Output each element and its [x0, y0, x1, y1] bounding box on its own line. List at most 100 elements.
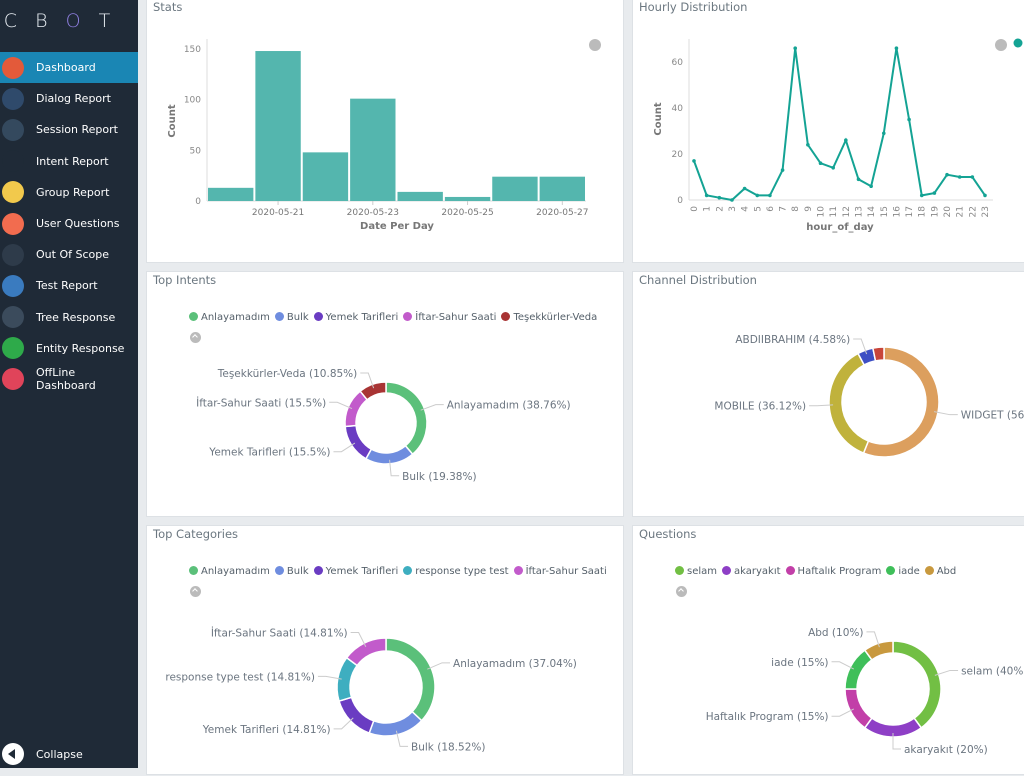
y-tick-label: 60: [672, 58, 684, 68]
y-tick-label: 100: [184, 96, 201, 106]
stats-panel: Stats 0 50 100 150 2020-05-21 2020-05-23 2020-…: [146, 0, 624, 263]
slice-label: Teşekkürler-Veda (10.85%): [217, 368, 358, 380]
y-tick-label: 150: [184, 45, 201, 55]
sidebar-item-dashboard[interactable]: Dashboard: [0, 52, 138, 84]
collapse-button[interactable]: Collapse: [0, 740, 138, 768]
x-tick-label: 2020-05-23: [347, 208, 399, 218]
data-point: [907, 117, 911, 122]
collapse-arrow-icon: [2, 743, 24, 765]
data-point: [717, 195, 722, 200]
y-axis-label: Count: [653, 102, 664, 135]
y-tick-label: 50: [190, 146, 202, 156]
sidebar-item-session-report[interactable]: Session Report: [0, 114, 138, 145]
channel-panel: Channel Distribution WIDGET (56.06%)MOBI…: [632, 271, 1024, 517]
sidebar: C B O T Dashboard Dialog Report Session Re…: [0, 0, 138, 768]
out-of-scope-ring-icon: [2, 243, 24, 266]
x-tick-label: 10: [817, 206, 827, 218]
donut-slice: [368, 710, 423, 737]
bar: [350, 98, 396, 201]
sidebar-item-intent-report[interactable]: Intent Report: [0, 146, 138, 177]
group-bar-icon: [2, 181, 24, 204]
sidebar-item-entity-response[interactable]: Entity Response: [0, 333, 138, 364]
y-tick-label: 20: [672, 150, 684, 160]
data-point: [957, 175, 962, 179]
y-tick-label: 0: [677, 196, 683, 206]
sidebar-item-dialog-report[interactable]: Dialog Report: [0, 83, 138, 114]
sidebar-item-out-of-scope[interactable]: Out Of Scope: [0, 239, 138, 270]
sidebar-item-test-report[interactable]: Test Report: [0, 270, 138, 301]
data-point: [768, 193, 772, 198]
sidebar-item-label: Entity Response: [36, 341, 125, 355]
sidebar-item-label: Dashboard: [36, 61, 96, 75]
data-point: [793, 46, 798, 50]
legend-toggle-button[interactable]: [589, 39, 601, 51]
offline-dashboard-icon: [2, 368, 24, 391]
x-tick-label: 7: [779, 206, 789, 212]
donut-slice: [359, 381, 387, 401]
x-tick-label: 5: [753, 206, 763, 212]
dialog-chart-icon: [2, 87, 24, 110]
x-tick-label: 22: [968, 206, 978, 217]
questions-chart: selam (40%) akaryakıt (20%) Haftalık Progr…: [706, 627, 1024, 756]
x-tick-label: 20: [943, 206, 953, 218]
sidebar-item-group-report[interactable]: Group Report: [0, 177, 138, 208]
collapse-label: Collapse: [36, 747, 83, 761]
data-point: [780, 168, 785, 172]
logo: C B O T: [3, 10, 117, 32]
donut-slice: [863, 640, 894, 661]
user-questions-list-icon: [2, 212, 24, 235]
data-point: [730, 198, 734, 202]
slice-label: Bulk (19.38%): [402, 471, 476, 483]
x-axis-label: Date Per Day: [360, 221, 434, 232]
hourly-chart: 02040600 1 2 3 4 5 6 7 8 9 10 11 12 13 14 15 16 17 18 19 20 2…: [653, 38, 1023, 233]
x-tick-label: 8: [791, 206, 801, 212]
bar: [397, 191, 443, 201]
data-point: [692, 159, 696, 163]
sidebar-nav: Dashboard Dialog Report Session Report Inte…: [0, 52, 138, 395]
slice-label: Anlayamadım (38.76%): [447, 400, 571, 412]
x-tick-label: 16: [892, 206, 902, 218]
tree-response-bars-icon: [2, 306, 24, 329]
sidebar-item-label: Out Of Scope: [36, 248, 109, 262]
data-point: [844, 138, 848, 142]
slice-label: ABDIIBRAHIM (4.58%): [735, 334, 850, 346]
legend-toggle-button[interactable]: [995, 39, 1007, 51]
donut-slice: [344, 424, 373, 460]
bar: [492, 176, 538, 201]
x-tick-label: 1: [703, 206, 713, 212]
x-tick-label: 23: [981, 206, 991, 217]
line-series: [693, 48, 986, 202]
stats-chart: 0 50 100 150 2020-05-21 2020-05-23 2020-05-25 2…: [167, 39, 601, 232]
slice-label: selam (40%): [961, 665, 1024, 677]
slice-label: Abd (10%): [808, 627, 863, 639]
data-point: [945, 172, 949, 177]
x-tick-label: 2020-05-21: [252, 208, 304, 218]
slice-label: akaryakıt (20%): [904, 744, 988, 756]
x-tick-label: 14: [867, 206, 877, 218]
sidebar-item-label: Tree Response: [36, 310, 116, 324]
sidebar-item-tree-response[interactable]: Tree Response: [0, 302, 138, 333]
sidebar-item-label: Group Report: [36, 185, 110, 199]
data-point: [742, 186, 747, 191]
x-tick-label: 2: [715, 206, 725, 212]
y-tick-label: 40: [672, 104, 684, 114]
x-tick-label: 4: [741, 206, 751, 212]
data-point: [806, 143, 810, 147]
slice-label: MOBILE (36.12%): [714, 401, 806, 413]
x-tick-label: 19: [930, 206, 940, 218]
sidebar-item-label: Session Report: [36, 123, 118, 137]
sidebar-item-user-questions[interactable]: User Questions: [0, 208, 138, 239]
slice-label: Haftalık Program (15%): [706, 711, 829, 723]
donut-slice: [844, 649, 873, 690]
x-tick-label: 17: [905, 206, 915, 217]
x-tick-label: 11: [829, 206, 839, 217]
slice-label: Bulk (18.52%): [411, 741, 485, 753]
session-document-icon: [2, 118, 24, 141]
data-point: [881, 131, 886, 136]
x-axis-label: hour_of_day: [806, 222, 874, 233]
sidebar-item-offline-dashboard[interactable]: OffLine Dashboard: [0, 364, 138, 395]
sidebar-item-label: Dialog Report: [36, 92, 111, 106]
x-tick-label: 0: [690, 206, 700, 212]
donut-slice: [871, 346, 885, 362]
hourly-panel: Hourly Distribution 0 20 40 60 0 1 2 3 4 5 6 7 8 9 10 1…: [632, 0, 1024, 263]
